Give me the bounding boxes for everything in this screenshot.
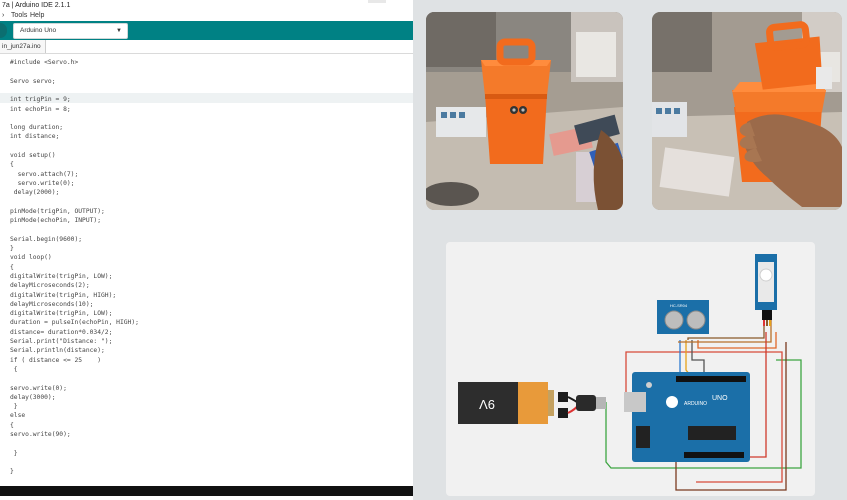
code-line: Serial.begin(9600); xyxy=(10,235,83,243)
code-line: int distance; xyxy=(10,133,60,141)
battery-9v: 9V xyxy=(458,382,554,424)
board-selector-label: Arduino Uno xyxy=(20,27,57,34)
code-line: #include <Servo.h> xyxy=(10,59,79,66)
code-line: int trigPin = 9; xyxy=(10,96,71,104)
code-line: delay(3000); xyxy=(10,393,56,401)
code-line: digitalWrite(trigPin, HIGH); xyxy=(10,291,117,299)
code-line: { xyxy=(10,365,18,373)
code-line: pinMode(echoPin, INPUT); xyxy=(10,217,101,225)
minimize-button[interactable] xyxy=(368,0,386,3)
arduino-ide-window: 7a | Arduino IDE 2.1.1 › Tools Help Ardu… xyxy=(0,0,413,500)
code-line: void loop() xyxy=(10,254,52,262)
code-line: void setup() xyxy=(10,152,56,159)
photo-bin-open-hand-image xyxy=(652,12,842,210)
code-line: digitalWrite(trigPin, LOW); xyxy=(10,310,113,318)
menu-tools[interactable]: Tools xyxy=(11,11,27,21)
code-line: else xyxy=(10,412,26,420)
code-line: { xyxy=(10,421,14,429)
code-line: pinMode(trigPin, OUTPUT); xyxy=(10,207,105,215)
servo-motor xyxy=(755,254,777,326)
code-line: servo.write(0); xyxy=(10,384,67,392)
code-line: Serial.println(distance); xyxy=(10,347,105,355)
status-strip xyxy=(0,496,413,500)
code-line: servo.attach(7); xyxy=(10,170,79,178)
menu-bar: › Tools Help xyxy=(0,11,413,21)
code-line: Serial.print("Distance: "); xyxy=(10,338,113,345)
arduino-label: ARDUINO xyxy=(684,401,707,407)
board-label: UNO xyxy=(712,395,728,402)
code-line: servo.write(0); xyxy=(10,179,75,187)
menu-help[interactable]: Help xyxy=(30,11,44,21)
ultrasonic-sensor: HC-SR04 xyxy=(657,300,709,334)
code-line: long duration; xyxy=(10,124,64,132)
window-title: 7a | Arduino IDE 2.1.1 xyxy=(2,2,71,9)
photo-bin-closed xyxy=(426,12,623,210)
code-line: int echoPin = 8; xyxy=(10,105,71,113)
code-line: Servo servo; xyxy=(10,77,56,85)
board-selector[interactable]: Arduino Uno ▼ xyxy=(13,23,128,39)
code-line: } xyxy=(10,245,14,252)
code-line: if ( distance <= 25 ) xyxy=(10,356,101,364)
code-line: distance= duration*0.034/2; xyxy=(10,328,113,336)
chevron-down-icon: ▼ xyxy=(116,28,122,34)
code-line: delay(2000); xyxy=(10,189,60,197)
menu-edge-marker: › xyxy=(2,12,5,19)
code-line: } xyxy=(10,403,18,411)
arduino-uno-board: ARDUINO UNO xyxy=(624,372,750,462)
output-console xyxy=(0,486,413,496)
code-editor[interactable]: #include <Servo.h> Servo servo; int trigPi… xyxy=(0,54,413,486)
code-line: duration = pulseIn(echoPin, HIGH); xyxy=(10,319,139,327)
circuit-diagram-image: 9V HC-SR04 ARDUINO UNO xyxy=(458,254,802,491)
code-line: digitalWrite(trigPin, LOW); xyxy=(10,272,113,280)
toolbar: Arduino Uno ▼ xyxy=(0,21,413,40)
photo-bin-open-hand xyxy=(652,12,842,210)
photo-bin-closed-image xyxy=(426,12,623,210)
upload-button[interactable] xyxy=(0,23,7,38)
code-line: } xyxy=(10,468,14,476)
battery-label: 9V xyxy=(479,397,495,412)
title-bar: 7a | Arduino IDE 2.1.1 xyxy=(0,0,413,11)
tab-bar: in_jun27a.ino xyxy=(0,40,413,54)
sensor-label: HC-SR04 xyxy=(670,303,688,308)
code-line: servo.write(90); xyxy=(10,431,71,438)
code-line: { xyxy=(10,263,14,271)
code-line: delayMicroseconds(2); xyxy=(10,282,90,290)
code-line: } xyxy=(10,449,18,457)
circuit-diagram: 9V HC-SR04 ARDUINO UNO xyxy=(446,242,815,496)
tab-sketch-file[interactable]: in_jun27a.ino xyxy=(0,40,46,53)
code-line: { xyxy=(10,161,14,169)
code-line: delayMicroseconds(10); xyxy=(10,300,94,308)
